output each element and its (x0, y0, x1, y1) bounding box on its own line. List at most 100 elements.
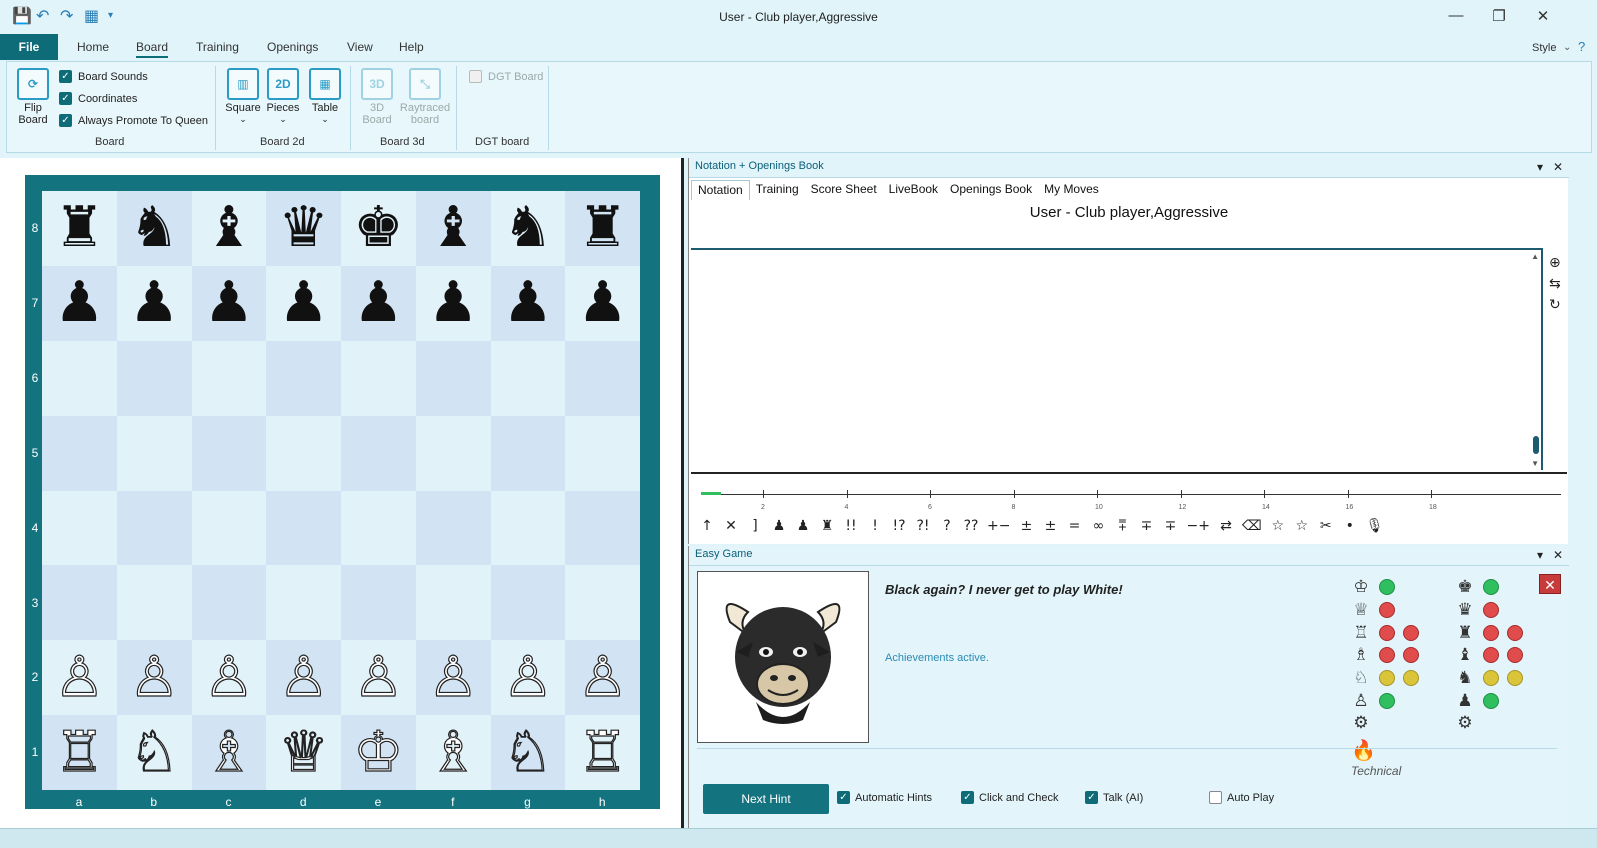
raytraced-board-button[interactable]: ⤡ Raytraced board (399, 68, 451, 126)
annotation-button[interactable]: ☆ (1294, 518, 1310, 534)
square-b7[interactable]: ♟ (116, 265, 192, 341)
square-h6[interactable] (565, 340, 640, 416)
square-e7[interactable]: ♟ (341, 265, 416, 341)
engine-icon[interactable]: ⊕ (1549, 254, 1567, 271)
black-piece[interactable]: ♟ (54, 275, 104, 331)
square-b5[interactable] (116, 415, 192, 491)
tab-home[interactable]: Home (77, 40, 109, 54)
square-e2[interactable]: ♙ (341, 640, 416, 716)
white-piece[interactable]: ♙ (54, 649, 105, 706)
notation-area[interactable]: ▲ ▼ (691, 248, 1543, 470)
board-sounds-checkbox[interactable]: ✓ Board Sounds (59, 70, 148, 83)
white-piece[interactable]: ♕ (278, 723, 329, 780)
square-c6[interactable] (191, 340, 267, 416)
square-f1[interactable]: ♗ (415, 715, 491, 790)
square-a4[interactable] (42, 490, 117, 566)
tab-help[interactable]: Help (399, 40, 424, 54)
annotation-button[interactable]: • (1342, 518, 1358, 534)
black-piece[interactable]: ♜ (578, 200, 628, 256)
square-d7[interactable]: ♟ (266, 265, 341, 341)
square-c7[interactable]: ♟ (191, 265, 267, 341)
tab-board[interactable]: Board (136, 40, 169, 58)
square-a2[interactable]: ♙ (42, 640, 117, 716)
square-f7[interactable]: ♟ (415, 265, 491, 341)
square-d5[interactable] (266, 415, 341, 491)
square-b3[interactable] (116, 565, 192, 641)
annotation-button[interactable]: ! (867, 518, 883, 534)
square-d6[interactable] (266, 340, 341, 416)
square-b8[interactable]: ♞ (116, 191, 192, 266)
auto-play-checkbox[interactable]: Auto Play (1209, 791, 1274, 804)
white-piece[interactable]: ♖ (577, 723, 628, 780)
black-piece[interactable]: ♟ (129, 275, 179, 331)
square-a6[interactable] (42, 340, 117, 416)
tab-training[interactable]: Training (750, 180, 805, 200)
white-piece[interactable]: ♔ (353, 723, 404, 780)
annotation-button[interactable]: ☆ (1270, 518, 1286, 534)
square-a3[interactable] (42, 565, 117, 641)
square-c1[interactable]: ♗ (191, 715, 267, 790)
square-e8[interactable]: ♚ (341, 191, 416, 266)
dgt-board-checkbox[interactable]: DGT Board (469, 70, 543, 83)
white-piece[interactable]: ♙ (577, 649, 628, 706)
square-f3[interactable] (415, 565, 491, 641)
close-icon[interactable]: ✕ (1528, 7, 1558, 25)
square-e1[interactable]: ♔ (341, 715, 416, 790)
pane-dropdown-icon[interactable]: ▾ (1537, 548, 1543, 562)
annotation-button[interactable]: ⌫ (1242, 518, 1262, 534)
table-button[interactable]: ▦ Table ⌄ (307, 68, 343, 125)
annotation-button[interactable]: ± (1042, 518, 1058, 534)
square-b4[interactable] (116, 490, 192, 566)
scroll-up-icon[interactable]: ▲ (1531, 252, 1539, 261)
pieces-button[interactable]: 2D Pieces ⌄ (265, 68, 301, 125)
white-piece[interactable]: ♗ (203, 723, 254, 780)
square-h4[interactable] (565, 490, 640, 566)
black-piece[interactable]: ♞ (129, 200, 179, 256)
square-g2[interactable]: ♙ (490, 640, 566, 716)
tab-notation[interactable]: Notation (691, 180, 750, 200)
annotation-button[interactable]: ♟ (795, 518, 811, 534)
annotation-button[interactable]: ↑ (699, 518, 715, 534)
square-c2[interactable]: ♙ (191, 640, 267, 716)
flip-board-button[interactable]: ⟳ Flip Board (15, 68, 51, 126)
square-b2[interactable]: ♙ (116, 640, 192, 716)
square-c3[interactable] (191, 565, 267, 641)
minimize-icon[interactable]: — (1441, 7, 1471, 24)
white-piece[interactable]: ♙ (128, 649, 179, 706)
next-hint-button[interactable]: Next Hint (703, 784, 829, 814)
square-d4[interactable] (266, 490, 341, 566)
annotation-button[interactable]: ⇄ (1218, 518, 1234, 534)
black-piece[interactable]: ♛ (279, 200, 329, 256)
achievements-link[interactable]: Achievements active. (885, 652, 989, 664)
square-h5[interactable] (565, 415, 640, 491)
annotation-button[interactable]: ∓ (1138, 518, 1154, 534)
black-piece[interactable]: ♝ (204, 200, 254, 256)
black-piece[interactable]: ♟ (503, 275, 553, 331)
black-piece[interactable]: ♟ (428, 275, 478, 331)
white-piece[interactable]: ♘ (128, 723, 179, 780)
square-d2[interactable]: ♙ (266, 640, 341, 716)
white-piece[interactable]: ♙ (353, 649, 404, 706)
square-e6[interactable] (341, 340, 416, 416)
tab-score-sheet[interactable]: Score Sheet (805, 180, 883, 200)
square-e4[interactable] (341, 490, 416, 566)
pane-close-icon[interactable]: ✕ (1553, 160, 1563, 174)
annotation-button[interactable]: 🎙 (1366, 518, 1384, 534)
annotation-button[interactable]: = (1066, 518, 1082, 534)
annotation-button[interactable]: ✕ (723, 518, 739, 534)
square-f2[interactable]: ♙ (415, 640, 491, 716)
square-f8[interactable]: ♝ (415, 191, 491, 266)
square-f6[interactable] (415, 340, 491, 416)
annotation-button[interactable]: ♜ (819, 518, 835, 534)
square-g5[interactable] (490, 415, 566, 491)
black-piece[interactable]: ♜ (54, 200, 104, 256)
square-h2[interactable]: ♙ (565, 640, 640, 716)
square-b6[interactable] (116, 340, 192, 416)
white-piece[interactable]: ♙ (203, 649, 254, 706)
tab-openings[interactable]: Openings (267, 40, 318, 54)
close-game-icon[interactable]: ✕ (1539, 574, 1561, 594)
white-piece[interactable]: ♘ (502, 723, 553, 780)
annotation-button[interactable]: +− (987, 518, 1010, 534)
black-piece[interactable]: ♟ (279, 275, 329, 331)
refresh-icon[interactable]: ↻ (1549, 296, 1567, 313)
